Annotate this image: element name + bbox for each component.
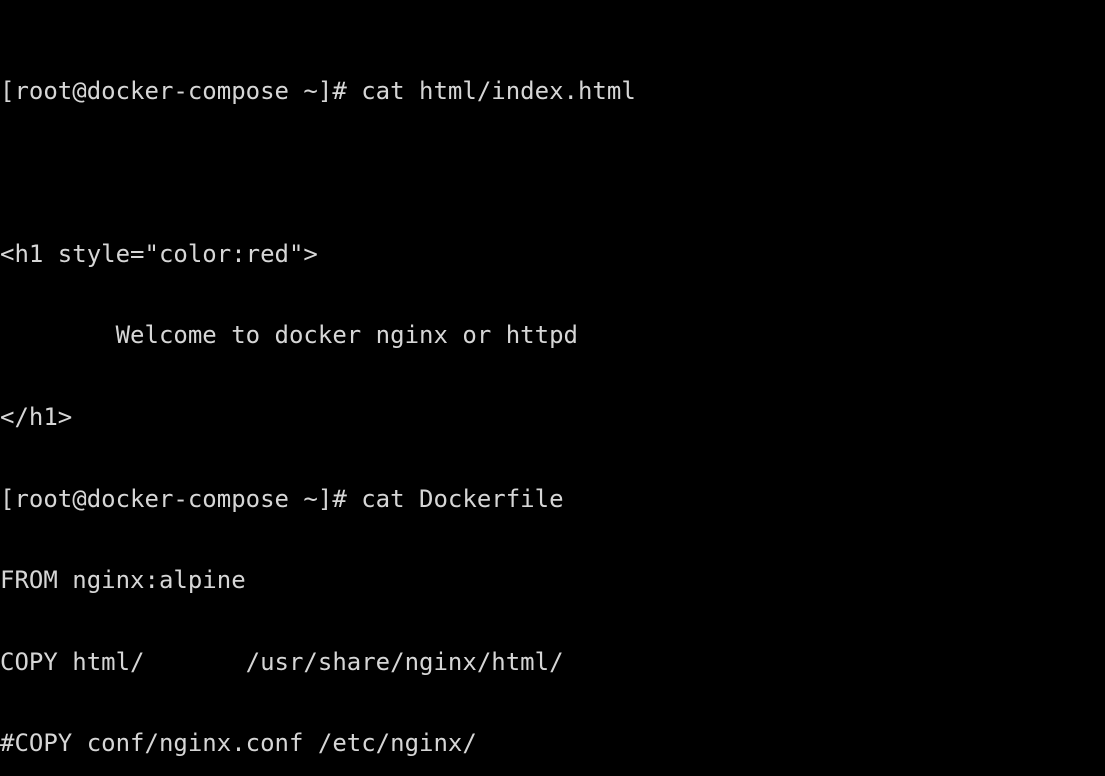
terminal-line-command: [root@docker-compose ~]# cat Dockerfile	[0, 484, 564, 513]
terminal-line-output: <h1 style="color:red">	[0, 239, 318, 268]
terminal-line-output: Welcome to docker nginx or httpd	[0, 321, 578, 350]
terminal-line-output: FROM nginx:alpine	[0, 566, 246, 595]
terminal-line-output: </h1>	[0, 402, 73, 431]
terminal-line-command: [root@docker-compose ~]# cat html/index.…	[0, 76, 636, 105]
terminal-window[interactable]: [root@docker-compose ~]# cat html/index.…	[0, 0, 1105, 776]
terminal-line-output: #COPY conf/nginx.conf /etc/nginx/	[0, 729, 477, 758]
terminal-screen: [root@docker-compose ~]# cat html/index.…	[0, 0, 1105, 776]
terminal-line-output: COPY html/ /usr/share/nginx/html/	[0, 647, 564, 676]
